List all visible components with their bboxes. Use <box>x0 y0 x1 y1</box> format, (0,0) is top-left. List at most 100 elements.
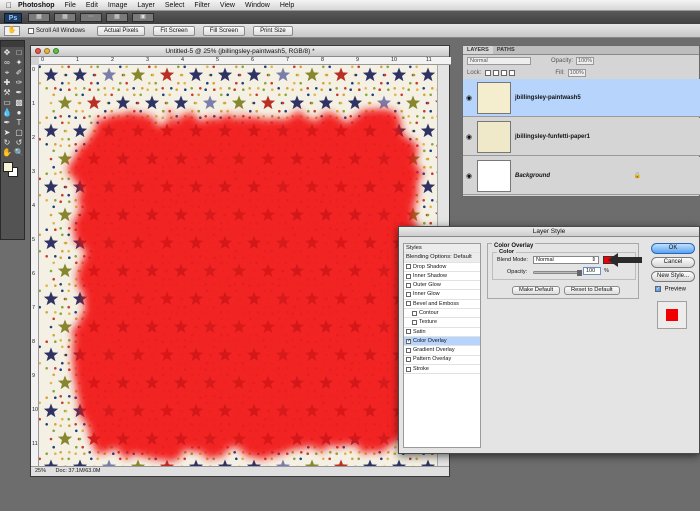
opacity-field[interactable]: 100 <box>583 267 601 275</box>
history-brush-tool-icon[interactable]: ✒ <box>13 88 25 98</box>
style-checkbox[interactable] <box>412 320 417 326</box>
document-titlebar[interactable]: Untitled-5 @ 25% (jbillingsley-paintwash… <box>31 46 449 57</box>
style-item[interactable]: Stroke <box>404 365 480 375</box>
menu-select[interactable]: Select <box>165 2 184 9</box>
style-item[interactable]: Inner Shadow <box>404 272 480 282</box>
style-checkbox[interactable] <box>406 273 411 279</box>
blend-mode-select[interactable]: Normal ⇕ <box>533 256 599 264</box>
visibility-eye-icon[interactable]: ◉ <box>463 172 475 180</box>
hand-tool-icon[interactable]: ✋ <box>4 25 20 36</box>
horizontal-ruler[interactable]: 0 1 2 3 4 5 6 7 8 9 10 11 <box>39 57 451 65</box>
style-item[interactable]: Texture <box>404 318 480 328</box>
eraser-tool-icon[interactable]: ▭ <box>1 98 13 108</box>
layer-row[interactable]: ◉ Background 🔒 <box>463 157 700 195</box>
menu-layer[interactable]: Layer <box>137 2 155 9</box>
style-item[interactable]: Pattern Overlay <box>404 356 480 365</box>
ok-button[interactable]: OK <box>651 243 695 254</box>
layer-row[interactable]: ◉ jbillingsley-funfetti-paper1 <box>463 118 700 156</box>
lasso-tool-icon[interactable]: ∞ <box>1 58 13 68</box>
tab-layers[interactable]: LAYERS <box>463 46 493 54</box>
menu-file[interactable]: File <box>65 2 76 9</box>
screen-mode-button[interactable]: ▣ <box>132 13 154 22</box>
layer-name[interactable]: jbillingsley-funfetti-paper1 <box>515 134 590 140</box>
quick-select-tool-icon[interactable]: ✦ <box>13 58 25 68</box>
lock-position-icon[interactable] <box>501 70 508 76</box>
lock-transparency-icon[interactable] <box>485 70 492 76</box>
layer-blend-mode-select[interactable]: Normal <box>467 57 531 65</box>
zoom-tool-icon[interactable]: 🔍 <box>13 148 25 158</box>
eyedropper-tool-icon[interactable]: ✐ <box>13 68 25 78</box>
crop-tool-icon[interactable]: ⌖ <box>1 68 13 78</box>
path-select-tool-icon[interactable]: ➤ <box>1 128 13 138</box>
menu-help[interactable]: Help <box>280 2 294 9</box>
opacity-slider-knob[interactable] <box>577 270 582 276</box>
visibility-eye-icon[interactable]: ◉ <box>463 94 475 102</box>
style-item[interactable]: Gradient Overlay <box>404 346 480 356</box>
make-default-button[interactable]: Make Default <box>512 286 561 295</box>
vertical-ruler[interactable]: 0 1 2 3 4 5 6 7 8 9 10 11 <box>31 65 39 467</box>
fill-screen-button[interactable]: Fill Screen <box>202 25 246 36</box>
style-item[interactable]: ✓ Color Overlay <box>404 336 480 347</box>
canvas[interactable] <box>39 65 439 467</box>
style-item[interactable]: Blending Options: Default <box>404 253 480 263</box>
move-tool-icon[interactable]: ✥ <box>1 48 13 58</box>
3d-rotate-tool-icon[interactable]: ↻ <box>1 138 13 148</box>
style-item[interactable]: Outer Glow <box>404 281 480 291</box>
minimize-window-button[interactable] <box>44 48 50 54</box>
lock-pixels-icon[interactable] <box>493 70 500 76</box>
tab-paths[interactable]: PATHS <box>493 46 519 54</box>
menu-app[interactable]: Photoshop <box>18 2 55 9</box>
opacity-slider[interactable] <box>533 270 582 276</box>
close-window-button[interactable] <box>35 48 41 54</box>
hand-tool-icon-2[interactable]: ✋ <box>1 148 13 158</box>
layer-fill-field[interactable]: 100% <box>567 69 586 77</box>
style-checkbox[interactable] <box>406 282 411 288</box>
style-checkbox[interactable] <box>406 329 411 335</box>
new-style-button[interactable]: New Style... <box>651 271 695 282</box>
dialog-title[interactable]: Layer Style <box>399 227 699 237</box>
lock-all-icon[interactable] <box>509 70 516 76</box>
style-checkbox[interactable] <box>406 292 411 298</box>
view-extras-button[interactable]: ▦ <box>54 13 76 22</box>
foreground-color-swatch[interactable] <box>3 162 13 172</box>
zoom-level-button[interactable]: ⋯ <box>80 13 102 22</box>
healing-tool-icon[interactable]: ✚ <box>1 78 13 88</box>
cancel-button[interactable]: Cancel <box>651 257 695 268</box>
style-checkbox-checked[interactable]: ✓ <box>406 338 411 344</box>
style-item[interactable]: Bevel and Emboss <box>404 300 480 310</box>
pen-tool-icon[interactable]: ✒ <box>1 118 13 128</box>
menu-window[interactable]: Window <box>245 2 270 9</box>
brush-tool-icon[interactable]: ✑ <box>13 78 25 88</box>
visibility-eye-icon[interactable]: ◉ <box>463 133 475 141</box>
3d-orbit-tool-icon[interactable]: ↺ <box>13 138 25 148</box>
scroll-all-checkbox[interactable] <box>28 27 34 34</box>
layer-name[interactable]: Background <box>515 173 550 179</box>
style-checkbox[interactable] <box>406 301 411 307</box>
style-checkbox[interactable] <box>406 347 411 353</box>
style-checkbox[interactable] <box>406 366 411 372</box>
stamp-tool-icon[interactable]: ⚒ <box>1 88 13 98</box>
dodge-tool-icon[interactable]: ● <box>13 108 25 118</box>
zoom-level[interactable]: 25% <box>35 468 46 474</box>
preview-checkbox[interactable]: ✓ <box>655 286 661 292</box>
type-tool-icon[interactable]: T <box>13 118 25 128</box>
layer-name[interactable]: jbillingsley-paintwash5 <box>515 95 581 101</box>
marquee-tool-icon[interactable]: □ <box>13 48 25 58</box>
menu-image[interactable]: Image <box>108 2 127 9</box>
layer-opacity-field[interactable]: 100% <box>576 57 595 65</box>
reset-default-button[interactable]: Reset to Default <box>564 286 620 295</box>
style-checkbox[interactable] <box>406 357 411 363</box>
styles-header[interactable]: Styles <box>404 244 480 254</box>
arrange-documents-button[interactable]: ▦ <box>106 13 128 22</box>
apple-icon[interactable]:  <box>6 1 18 10</box>
gradient-tool-icon[interactable]: ▩ <box>13 98 25 108</box>
shape-tool-icon[interactable]: ▢ <box>13 128 25 138</box>
fit-screen-button[interactable]: Fit Screen <box>153 25 195 36</box>
layer-row[interactable]: ◉ jbillingsley-paintwash5 <box>463 79 700 117</box>
style-checkbox[interactable] <box>406 264 411 270</box>
style-item[interactable]: Inner Glow <box>404 290 480 300</box>
style-item[interactable]: Contour <box>404 309 480 319</box>
menu-edit[interactable]: Edit <box>86 2 98 9</box>
style-item[interactable]: Drop Shadow <box>404 263 480 272</box>
menu-filter[interactable]: Filter <box>194 2 210 9</box>
